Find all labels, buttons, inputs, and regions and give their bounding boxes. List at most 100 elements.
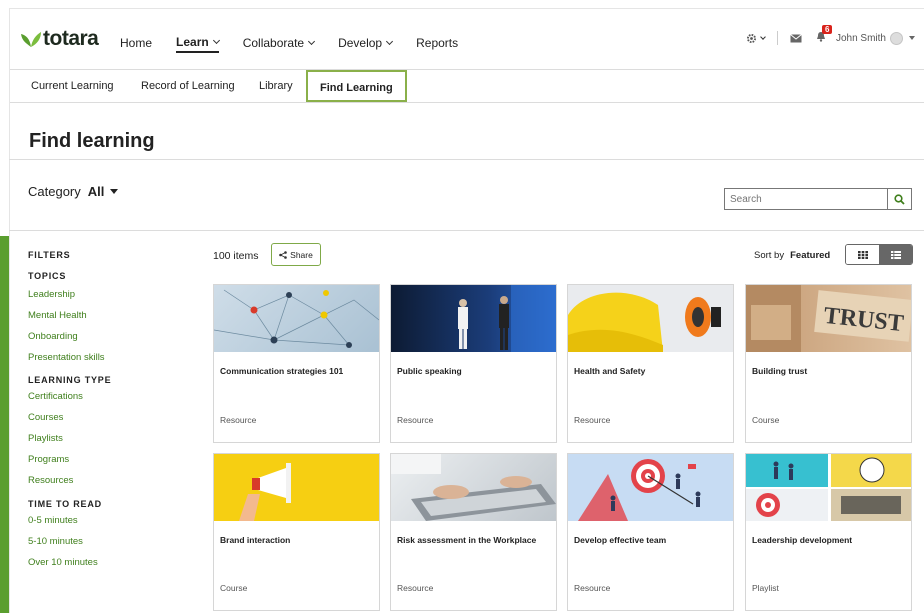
learn-subnav: Current Learning Record of Learning Libr… [10,70,924,103]
nav-reports-label: Reports [416,35,459,50]
learning-card[interactable]: Communication strategies 101 Resource [213,284,380,443]
filter-over-10-minutes[interactable]: Over 10 minutes [28,557,111,568]
results-count: 100 items [213,250,259,262]
tab-record-of-learning[interactable]: Record of Learning [141,80,235,92]
card-type: Resource [574,415,611,425]
search-box [724,188,912,210]
filter-onboarding[interactable]: Onboarding [28,331,111,342]
search-input[interactable] [725,189,887,209]
card-title: Health and Safety [574,366,646,376]
card-image-target-team [568,454,733,521]
nav-utilities: 6 John Smith [746,25,915,45]
filter-5-10-minutes[interactable]: 5-10 minutes [28,536,111,547]
card-type: Resource [397,583,434,593]
filter-leadership[interactable]: Leadership [28,289,111,300]
filter-certifications[interactable]: Certifications [28,391,111,402]
card-title: Brand interaction [220,535,291,545]
page-edge [0,0,9,613]
card-title: Develop effective team [574,535,667,545]
card-title: Public speaking [397,366,462,376]
nav-home[interactable]: Home [120,32,152,53]
filter-0-5-minutes[interactable]: 0-5 minutes [28,515,111,526]
card-type: Resource [220,415,257,425]
messages-envelope-icon[interactable] [790,33,802,43]
learning-card[interactable]: Brand interaction Course [213,453,380,611]
card-image-collage [746,454,911,521]
card-image-presenters-stage [391,285,556,352]
filter-courses[interactable]: Courses [28,412,111,423]
sort-value: Featured [790,250,831,261]
divider [776,31,778,45]
accent-strip [0,236,9,613]
nav-reports[interactable]: Reports [416,32,458,53]
list-view-button[interactable] [880,245,912,264]
user-name: John Smith [835,32,886,44]
card-image-hard-hat [568,285,733,352]
caret-down-icon [110,189,119,194]
filter-resources[interactable]: Resources [28,475,111,486]
filter-group-heading: TOPICS [28,271,67,281]
filter-group-heading: TIME TO READ [28,499,102,509]
chevron-down-icon [760,33,766,40]
settings-menu[interactable] [746,33,766,44]
card-type: Resource [397,415,434,425]
grid-icon [857,250,868,259]
nav-develop-label: Develop [338,35,383,50]
totara-logo[interactable]: totara [20,27,99,51]
share-icon [279,250,287,259]
card-type: Playlist [752,583,779,593]
category-label: Category [28,184,81,199]
tab-library[interactable]: Library [259,80,293,92]
nav-collaborate[interactable]: Collaborate [243,32,316,53]
filter-presentation-skills[interactable]: Presentation skills [28,352,111,363]
learning-card[interactable]: TRUST Building trust Course [745,284,912,443]
nav-develop[interactable]: Develop [338,32,394,53]
chevron-down-icon [212,36,220,45]
main-nav: Home Learn Collaborate Develop Reports [120,32,482,53]
card-image-trust-blocks: TRUST [746,285,911,352]
learning-card[interactable]: Develop effective team Resource [567,453,734,611]
sort-control[interactable]: Sort by Featured [754,250,830,261]
card-title: Communication strategies 101 [220,366,344,376]
category-value: All [87,184,105,199]
card-type: Resource [574,583,611,593]
top-navigation: totara Home Learn Collaborate Develop Re… [10,9,924,70]
card-image-network-pins [214,285,379,352]
user-menu[interactable]: John Smith [835,31,915,45]
card-image-laptop-hands [391,454,556,521]
filter-playlists[interactable]: Playlists [28,433,111,444]
avatar [890,31,903,45]
tab-current-learning[interactable]: Current Learning [31,80,114,92]
category-selector[interactable]: Category All [28,184,119,199]
card-image-megaphone [214,454,379,521]
notifications-button[interactable]: 6 [816,25,833,45]
filter-group-heading: LEARNING TYPE [28,375,112,385]
grid-view-button[interactable] [846,245,880,264]
learning-card[interactable]: Health and Safety Resource [567,284,734,443]
learning-card[interactable]: Public speaking Resource [390,284,557,443]
chevron-down-icon [386,37,394,45]
divider [9,159,924,160]
page-title: Find learning [29,130,155,152]
divider [9,230,924,231]
learning-card[interactable]: Risk assessment in the Workplace Resourc… [390,453,557,611]
filter-mental-health[interactable]: Mental Health [28,310,111,321]
card-type: Course [220,583,248,593]
caret-down-icon [909,36,915,40]
view-toggle [845,244,913,265]
nav-learn[interactable]: Learn [176,35,220,53]
filters-heading: FILTERS [28,250,71,260]
tab-find-learning[interactable]: Find Learning [306,70,407,102]
share-button[interactable]: Share [271,243,321,266]
leaf-logo-icon [20,29,42,49]
logo-wordmark: totara [43,27,99,50]
nav-home-label: Home [120,35,153,50]
nav-learn-label: Learn [176,35,209,49]
card-title: Leadership development [752,535,853,545]
sort-label: Sort by [754,250,785,261]
search-button[interactable] [887,189,911,209]
filter-programs[interactable]: Programs [28,454,111,465]
chevron-down-icon [308,37,316,45]
card-title: Building trust [752,366,808,376]
learning-card[interactable]: Leadership development Playlist [745,453,912,611]
